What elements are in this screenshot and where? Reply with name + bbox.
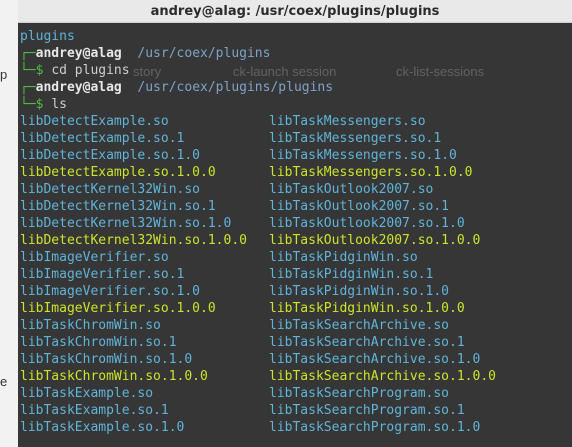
file-entry: libTaskSearchArchive.so.1.0.0 <box>269 369 496 384</box>
file-entry: libTaskChromWin.so.1 <box>20 335 177 350</box>
window-title: andrey@alag: /usr/coex/plugins/plugins <box>150 3 440 19</box>
file-entry: libImageVerifier.so <box>20 250 169 265</box>
file-entry: libTaskSearchArchive.so.1.0 <box>269 352 481 367</box>
command-line: └─$ cd plugins <box>20 63 130 78</box>
prompt-path: /usr/coex/plugins <box>137 46 271 61</box>
file-entry: libTaskChromWin.so.1.0.0 <box>20 369 208 384</box>
listing-column-right: libTaskMessengers.so libTaskMessengers.so… <box>269 113 496 436</box>
command-text: cd plugins <box>51 63 130 78</box>
background-text: e <box>0 374 8 389</box>
file-entry: libTaskSearchArchive.so.1 <box>269 335 465 350</box>
file-entry: libImageVerifier.so.1.0 <box>20 284 201 299</box>
file-entry: libDetectKernel32Win.so.1 <box>20 199 216 214</box>
terminal-window[interactable]: andrey@alag: /usr/coex/plugins/plugins c… <box>18 0 572 447</box>
file-entry: libTaskExample.so.1 <box>20 403 169 418</box>
file-entry: libTaskMessengers.so.1.0 <box>269 148 457 163</box>
output-line: plugins <box>20 29 75 44</box>
file-entry: libTaskPidginWin.so <box>269 250 418 265</box>
file-entry: libTaskMessengers.so.1 <box>269 131 442 146</box>
terminal-output[interactable]: plugins ┌─andrey@alag /usr/coex/plugins … <box>18 28 572 436</box>
prompt-line: ┌─andrey@alag /usr/coex/plugins/plugins <box>20 80 334 95</box>
file-entry: libDetectKernel32Win.so.1.0 <box>20 216 232 231</box>
file-entry: libTaskSearchArchive.so <box>269 318 450 333</box>
file-entry: libTaskSearchProgram.so.1.0 <box>269 420 481 435</box>
file-entry: libDetectExample.so.1.0 <box>20 148 201 163</box>
file-entry: libDetectExample.so <box>20 114 169 129</box>
prompt-path: /usr/coex/plugins/plugins <box>137 80 334 95</box>
command-line: └─$ ls <box>20 97 67 112</box>
file-entry: libDetectKernel32Win.so <box>20 182 201 197</box>
file-entry: libDetectKernel32Win.so.1.0.0 <box>20 233 247 248</box>
file-entry: libTaskSearchProgram.so <box>269 386 450 401</box>
command-text: ls <box>51 97 67 112</box>
prompt-user: andrey@alag <box>35 46 122 61</box>
listing-column-left: libDetectExample.so libDetectExample.so.1… <box>20 113 247 436</box>
file-entry: libTaskChromWin.so.1.0 <box>20 352 193 367</box>
file-entry: libTaskMessengers.so.1.0.0 <box>269 165 473 180</box>
file-entry: libTaskChromWin.so <box>20 318 161 333</box>
file-entry: libDetectExample.so.1 <box>20 131 185 146</box>
file-entry: libDetectExample.so.1.0.0 <box>20 165 216 180</box>
file-entry: libTaskSearchProgram.so.1 <box>269 403 465 418</box>
file-entry: libTaskOutlook2007.so.1.0 <box>269 216 465 231</box>
file-entry: libImageVerifier.so.1 <box>20 267 185 282</box>
file-entry: libTaskPidginWin.so.1 <box>269 267 434 282</box>
prompt-line: ┌─andrey@alag /usr/coex/plugins <box>20 46 271 61</box>
window-titlebar[interactable]: andrey@alag: /usr/coex/plugins/plugins <box>18 0 572 23</box>
prompt-user: andrey@alag <box>35 80 122 95</box>
file-entry: libTaskOutlook2007.so <box>269 182 434 197</box>
file-entry: libTaskExample.so.1.0 <box>20 420 185 435</box>
file-entry: libImageVerifier.so.1.0.0 <box>20 301 216 316</box>
file-entry: libTaskPidginWin.so.1.0.0 <box>269 301 465 316</box>
file-entry: libTaskPidginWin.so.1.0 <box>269 284 450 299</box>
background-text: p <box>0 67 8 82</box>
file-listing: libDetectExample.so libDetectExample.so.1… <box>20 113 572 436</box>
file-entry: libTaskExample.so <box>20 386 154 401</box>
file-entry: libTaskOutlook2007.so.1.0.0 <box>269 233 481 248</box>
file-entry: libTaskMessengers.so <box>269 114 426 129</box>
file-entry: libTaskOutlook2007.so.1 <box>269 199 450 214</box>
